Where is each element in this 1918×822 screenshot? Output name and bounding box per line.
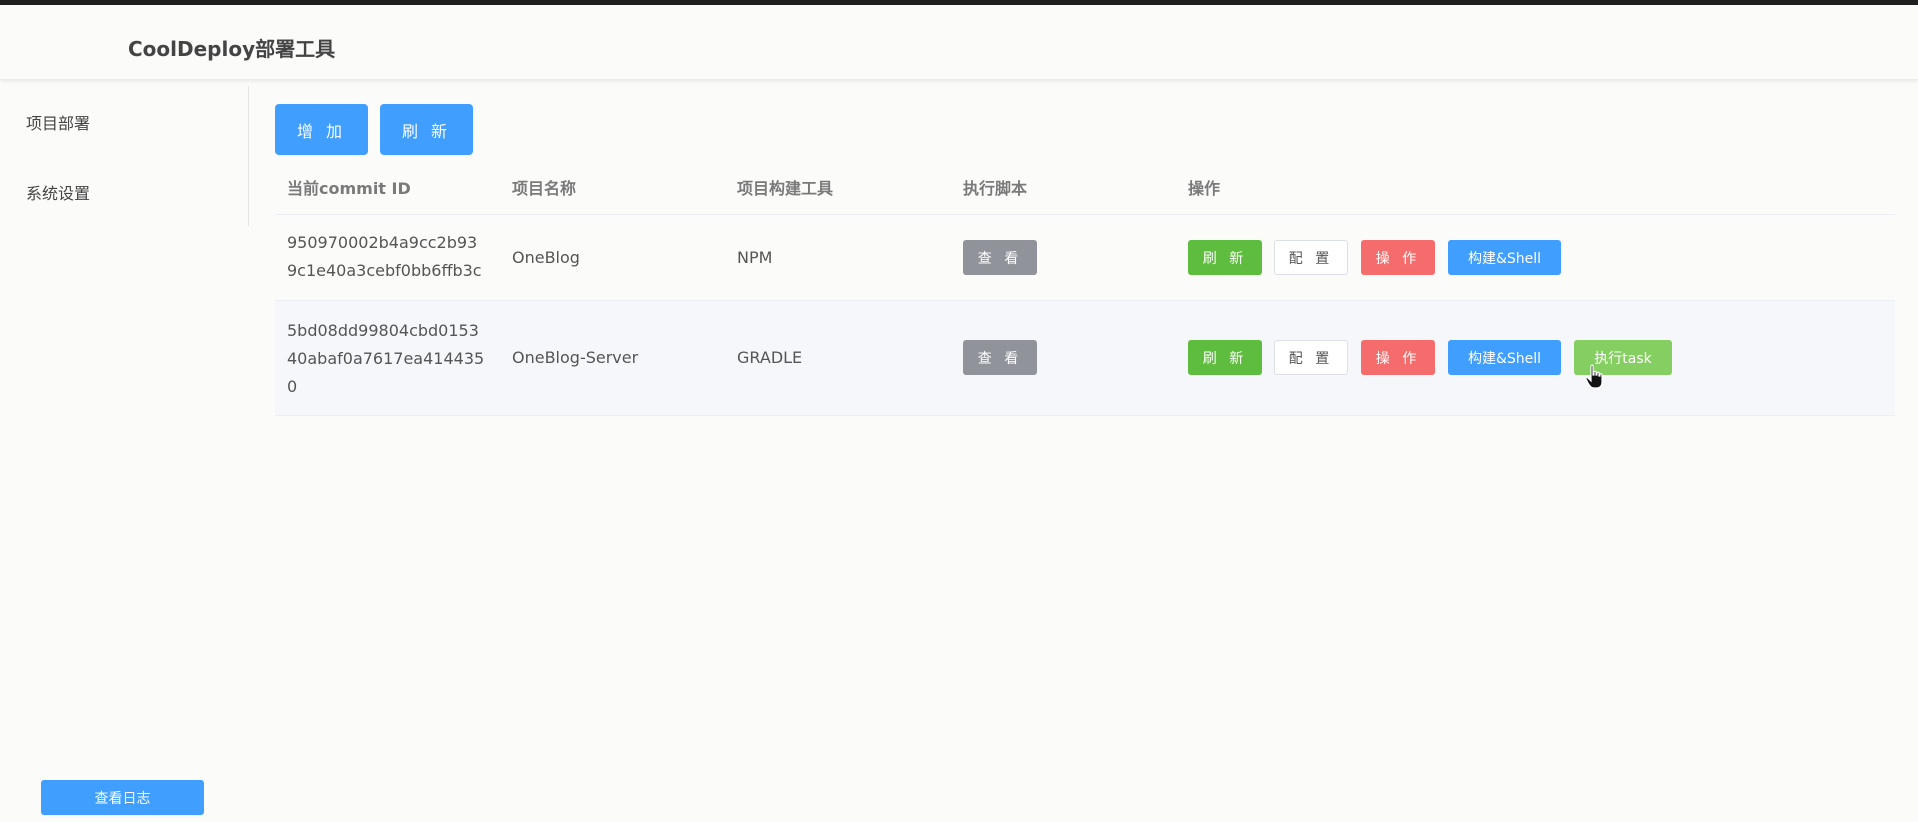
build-shell-button[interactable]: 构建&Shell [1448, 240, 1561, 275]
app-title: CoolDeploy部署工具 [128, 37, 336, 61]
sidebar: 项目部署 系统设置 [0, 86, 249, 226]
build-tool-cell: NPM [737, 248, 773, 267]
header-actions: 操作 [1188, 179, 1221, 198]
header-build-tool: 项目构建工具 [737, 179, 834, 198]
commit-id-cell: 950970002b4a9cc2b939c1e40a3cebf0bb6ffb3c [287, 233, 482, 280]
sidebar-item-system-settings[interactable]: 系统设置 [26, 180, 90, 204]
header-script: 执行脚本 [963, 179, 1028, 198]
refresh-list-button[interactable]: 刷 新 [380, 104, 473, 155]
sidebar-item-project-deploy[interactable]: 项目部署 [26, 110, 90, 134]
commit-id-cell: 5bd08dd99804cbd015340abaf0a7617ea4144350 [287, 321, 485, 396]
view-script-button[interactable]: 查 看 [963, 240, 1037, 275]
header-project-name: 项目名称 [512, 179, 577, 198]
hand-pointer-cursor-icon [1585, 364, 1603, 389]
refresh-button[interactable]: 刷 新 [1188, 340, 1262, 375]
refresh-button[interactable]: 刷 新 [1188, 240, 1262, 275]
add-button[interactable]: 增 加 [275, 104, 368, 155]
project-table: 当前commit ID 项目名称 项目构建工具 执行脚本 操作 95097000… [275, 165, 1895, 416]
config-button[interactable]: 配 置 [1274, 340, 1348, 375]
app-header: CoolDeploy部署工具 [0, 5, 1918, 80]
view-log-button[interactable]: 查看日志 [41, 780, 204, 815]
table-row: 5bd08dd99804cbd015340abaf0a7617ea4144350… [275, 301, 1895, 416]
project-name-cell: OneBlog [512, 248, 580, 267]
table-header: 当前commit ID 项目名称 项目构建工具 执行脚本 操作 [275, 165, 1895, 215]
project-name-cell: OneBlog-Server [512, 348, 639, 367]
view-script-button[interactable]: 查 看 [963, 340, 1037, 375]
table-row: 950970002b4a9cc2b939c1e40a3cebf0bb6ffb3c… [275, 215, 1895, 301]
header-commit-id: 当前commit ID [287, 179, 411, 198]
build-tool-cell: GRADLE [737, 348, 803, 367]
config-button[interactable]: 配 置 [1274, 240, 1348, 275]
build-shell-button[interactable]: 构建&Shell [1448, 340, 1561, 375]
operate-button[interactable]: 操 作 [1361, 240, 1435, 275]
operate-button[interactable]: 操 作 [1361, 340, 1435, 375]
